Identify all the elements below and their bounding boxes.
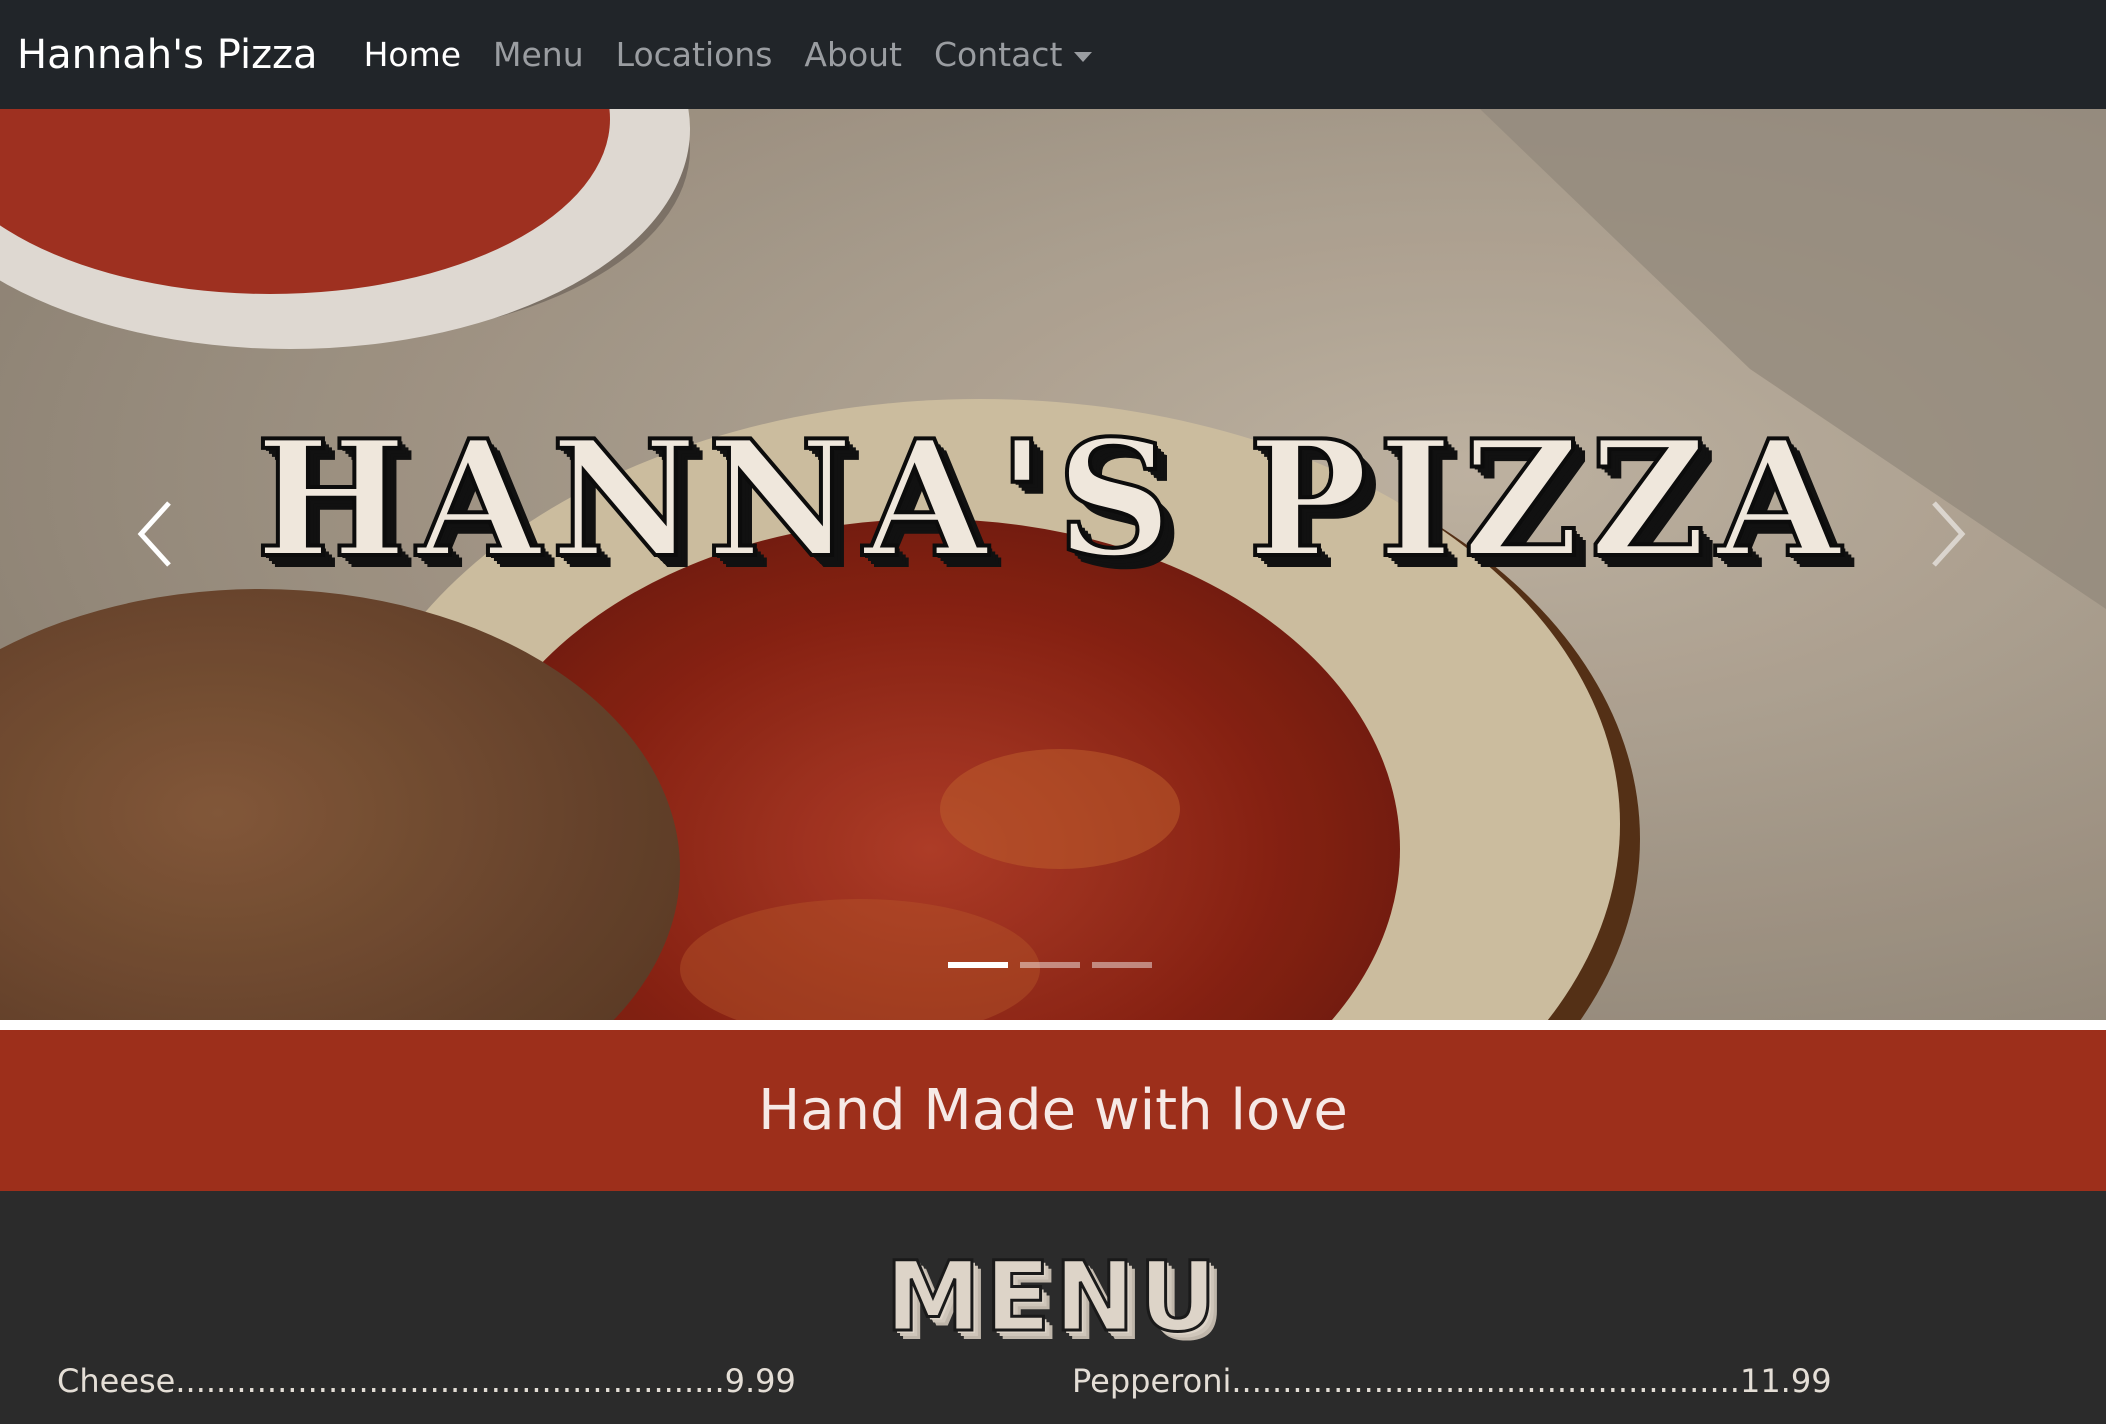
caret-down-icon — [1074, 51, 1093, 62]
hero-carousel: HANNA'S PIZZA — [0, 109, 2106, 1020]
nav-link-about[interactable]: About — [804, 35, 902, 74]
nav-link-menu[interactable]: Menu — [493, 35, 584, 74]
carousel-indicator-3[interactable] — [1092, 962, 1152, 968]
nav-link-locations[interactable]: Locations — [616, 35, 773, 74]
nav-link-contact-label: Contact — [934, 35, 1063, 74]
hero-title: HANNA'S PIZZA — [253, 405, 1851, 593]
menu-item-price: 9.99 — [724, 1362, 796, 1400]
carousel-indicator-2[interactable] — [1020, 962, 1080, 968]
chevron-left-icon — [137, 501, 171, 567]
section-divider — [0, 1020, 2106, 1030]
tagline-banner: Hand Made with love — [0, 1030, 2106, 1191]
menu-item-leader: ........................................… — [1231, 1362, 1740, 1400]
carousel-indicators — [948, 962, 1152, 968]
tagline-text: Hand Made with love — [758, 1078, 1348, 1143]
carousel-indicator-1[interactable] — [948, 962, 1008, 968]
top-navbar: Hannah's Pizza Home Menu Locations About… — [0, 0, 2106, 109]
nav-link-contact-dropdown[interactable]: Contact — [934, 35, 1093, 74]
menu-section: MENU Cheese.............................… — [0, 1191, 2106, 1424]
brand-link[interactable]: Hannah's Pizza — [17, 32, 318, 78]
carousel-prev-button[interactable] — [120, 484, 190, 584]
carousel-next-button[interactable] — [1913, 484, 1983, 584]
menu-item-leader: ........................................… — [175, 1362, 725, 1400]
menu-item-name: Cheese — [57, 1362, 176, 1400]
menu-item-name: Pepperoni — [1072, 1362, 1232, 1400]
nav-link-home[interactable]: Home — [364, 35, 461, 74]
menu-heading: MENU — [884, 1241, 1221, 1353]
menu-item-pepperoni: Pepperoni...............................… — [1072, 1362, 1832, 1400]
menu-item-cheese: Cheese..................................… — [57, 1362, 796, 1400]
menu-item-price: 11.99 — [1739, 1362, 1832, 1400]
chevron-right-icon — [1932, 501, 1966, 567]
